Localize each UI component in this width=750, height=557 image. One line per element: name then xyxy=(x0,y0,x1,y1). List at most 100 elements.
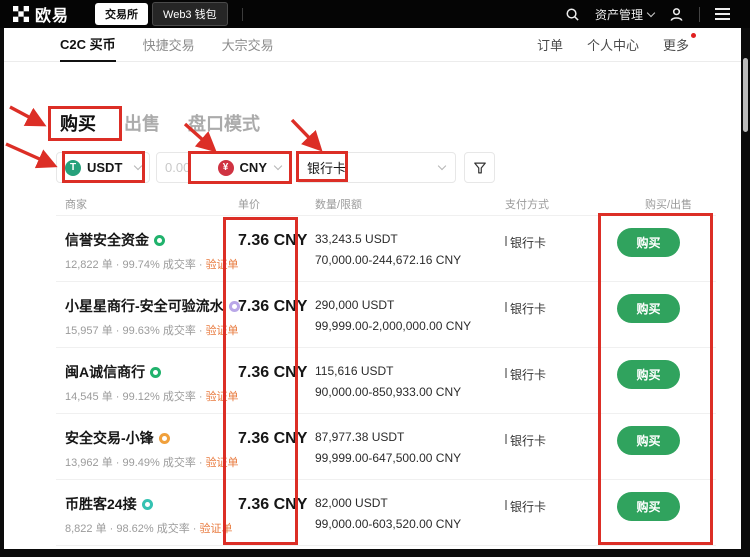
product-switcher: 交易所 Web3 钱包 xyxy=(95,2,243,26)
subnav-item-c2c-buy[interactable]: C2C 买币 xyxy=(60,28,116,62)
chevron-down-icon xyxy=(438,162,446,170)
offer-limit: 70,000.00-244,672.16 CNY xyxy=(315,250,495,271)
bank-card-icon xyxy=(505,236,507,246)
payment-method-cell: 银行卡 xyxy=(495,480,600,545)
offer-quantity: 115,616 USDT xyxy=(315,361,495,382)
okx-logo-icon xyxy=(13,6,29,22)
table-row: 闽A诚信商行 14,545 单 · 99.12% 成交率 ·验证单 7.36 C… xyxy=(56,348,716,414)
tab-exchange[interactable]: 交易所 xyxy=(95,3,148,25)
merchant-stats: 14,545 单 · 99.12% 成交率 ·验证单 xyxy=(65,388,223,404)
buy-button[interactable]: 购买 xyxy=(617,294,680,323)
col-header-payment: 支付方式 xyxy=(495,196,600,215)
col-header-price: 单价 xyxy=(223,196,315,215)
offer-amounts: 115,616 USDT90,000.00-850,933.00 CNY xyxy=(315,348,495,413)
merchant-badge-icon xyxy=(150,367,161,378)
offer-amounts: 82,000 USDT99,000.00-603,520.00 CNY xyxy=(315,480,495,545)
offer-price: 7.36 CNY xyxy=(223,348,315,413)
chevron-down-icon xyxy=(134,162,142,170)
buy-button[interactable]: 购买 xyxy=(617,492,680,521)
subnav-left-group: C2C 买币 快捷交易 大宗交易 xyxy=(60,28,274,62)
offer-amounts: 290,000 USDT99,999.00-2,000,000.00 CNY xyxy=(315,282,495,347)
merchant-name-text: 币胜客24接 xyxy=(65,494,137,514)
orders-link[interactable]: 订单 xyxy=(537,35,563,54)
merchant-badge-icon xyxy=(142,499,153,510)
offer-limit: 99,999.00-647,500.00 CNY xyxy=(315,448,495,469)
tab-orderbook-mode[interactable]: 盘口模式 xyxy=(188,110,260,136)
chevron-down-icon xyxy=(274,162,282,170)
payment-method-label: 银行卡 xyxy=(510,432,546,449)
fiat-select-value: CNY xyxy=(240,160,267,175)
payment-method-label: 银行卡 xyxy=(510,300,546,317)
merchant-stats: 12,822 单 · 99.74% 成交率 ·验证单 xyxy=(65,256,223,272)
offer-amounts: 33,243.5 USDT70,000.00-244,672.16 CNY xyxy=(315,216,495,281)
offer-limit: 90,000.00-850,933.00 CNY xyxy=(315,382,495,403)
merchant-name-text: 小星星商行-安全可验流水 xyxy=(65,296,224,316)
merchant-name[interactable]: 小星星商行-安全可验流水 xyxy=(65,296,223,316)
page-content: C2C 买币 快捷交易 大宗交易 订单 个人中心 更多 购买 出售 盘口模式 T… xyxy=(4,28,741,549)
offer-quantity: 33,243.5 USDT xyxy=(315,229,495,250)
subnav-item-block-trade[interactable]: 大宗交易 xyxy=(222,28,274,62)
menu-icon[interactable] xyxy=(715,8,730,20)
fiat-select[interactable]: ¥ CNY xyxy=(218,160,281,176)
secondary-navigation: C2C 买币 快捷交易 大宗交易 订单 个人中心 更多 xyxy=(4,28,741,62)
payment-method-cell: 银行卡 xyxy=(495,282,600,347)
trade-mode-tabs: 购买 出售 盘口模式 xyxy=(60,110,260,136)
buy-button[interactable]: 购买 xyxy=(617,360,680,389)
bank-card-icon xyxy=(505,368,507,378)
crypto-select-value: USDT xyxy=(87,160,122,175)
table-row: 小星星商行-安全可验流水 15,957 单 · 99.63% 成交率 ·验证单 … xyxy=(56,282,716,348)
merchant-stats: 8,822 单 · 98.62% 成交率 ·验证单 xyxy=(65,520,223,536)
offer-price: 7.36 CNY xyxy=(223,414,315,479)
payment-method-select[interactable]: 银行卡 xyxy=(296,152,456,183)
amount-input[interactable] xyxy=(165,160,205,175)
user-icon[interactable] xyxy=(669,7,684,22)
merchant-name[interactable]: 安全交易-小锋 xyxy=(65,428,223,448)
crypto-select[interactable]: T USDT xyxy=(56,152,150,183)
subnav-item-express-trade[interactable]: 快捷交易 xyxy=(143,28,195,62)
brand-name: 欧易 xyxy=(35,2,69,26)
merchant-name[interactable]: 信誉安全资金 xyxy=(65,230,223,250)
screenshot-root: 欧易 交易所 Web3 钱包 资产管理 xyxy=(0,0,750,557)
usdt-icon: T xyxy=(65,160,81,176)
merchant-stats: 13,962 单 · 99.49% 成交率 ·验证单 xyxy=(65,454,223,470)
tab-web3-wallet[interactable]: Web3 钱包 xyxy=(152,2,228,26)
offer-price: 7.36 CNY xyxy=(223,282,315,347)
divider xyxy=(699,7,700,22)
cny-icon: ¥ xyxy=(218,160,234,176)
merchant-name-text: 安全交易-小锋 xyxy=(65,428,154,448)
table-header-row: 商家 单价 数量/限额 支付方式 购买/出售 xyxy=(56,196,716,216)
table-row: 币胜客24接 8,822 单 · 98.62% 成交率 ·验证单 7.36 CN… xyxy=(56,480,716,546)
filter-button[interactable] xyxy=(464,152,495,183)
payment-method-label: 银行卡 xyxy=(510,498,546,515)
profile-center-link[interactable]: 个人中心 xyxy=(587,35,639,54)
col-header-merchant: 商家 xyxy=(56,196,223,215)
buy-button[interactable]: 购买 xyxy=(617,228,680,257)
buy-button[interactable]: 购买 xyxy=(617,426,680,455)
offer-price: 7.36 CNY xyxy=(223,480,315,545)
merchant-name[interactable]: 币胜客24接 xyxy=(65,494,223,514)
offer-limit: 99,000.00-603,520.00 CNY xyxy=(315,514,495,535)
notification-dot xyxy=(691,33,696,38)
col-header-quantity-limit: 数量/限额 xyxy=(315,196,495,215)
merchant-name[interactable]: 闽A诚信商行 xyxy=(65,362,223,382)
more-link[interactable]: 更多 xyxy=(663,35,689,54)
offer-quantity: 290,000 USDT xyxy=(315,295,495,316)
payment-method-cell: 银行卡 xyxy=(495,216,600,281)
bank-card-icon xyxy=(505,302,507,312)
tab-buy[interactable]: 购买 xyxy=(60,110,96,136)
okx-logo[interactable]: 欧易 xyxy=(13,2,69,26)
payment-method-cell: 银行卡 xyxy=(495,348,600,413)
search-icon[interactable] xyxy=(565,7,580,22)
asset-management-menu[interactable]: 资产管理 xyxy=(595,6,654,23)
subnav-right-group: 订单 个人中心 更多 xyxy=(537,35,689,54)
offer-price: 7.36 CNY xyxy=(223,216,315,281)
tab-sell[interactable]: 出售 xyxy=(124,110,160,136)
bank-card-icon xyxy=(505,434,507,444)
scrollbar-thumb[interactable] xyxy=(743,58,748,132)
amount-input-group: ¥ CNY xyxy=(156,152,290,183)
offer-amounts: 87,977.38 USDT99,999.00-647,500.00 CNY xyxy=(315,414,495,479)
offer-quantity: 82,000 USDT xyxy=(315,493,495,514)
payment-method-cell: 银行卡 xyxy=(495,414,600,479)
col-header-buy-sell: 购买/出售 xyxy=(600,196,716,215)
table-row: 安全交易-小锋 13,962 单 · 99.49% 成交率 ·验证单 7.36 … xyxy=(56,414,716,480)
